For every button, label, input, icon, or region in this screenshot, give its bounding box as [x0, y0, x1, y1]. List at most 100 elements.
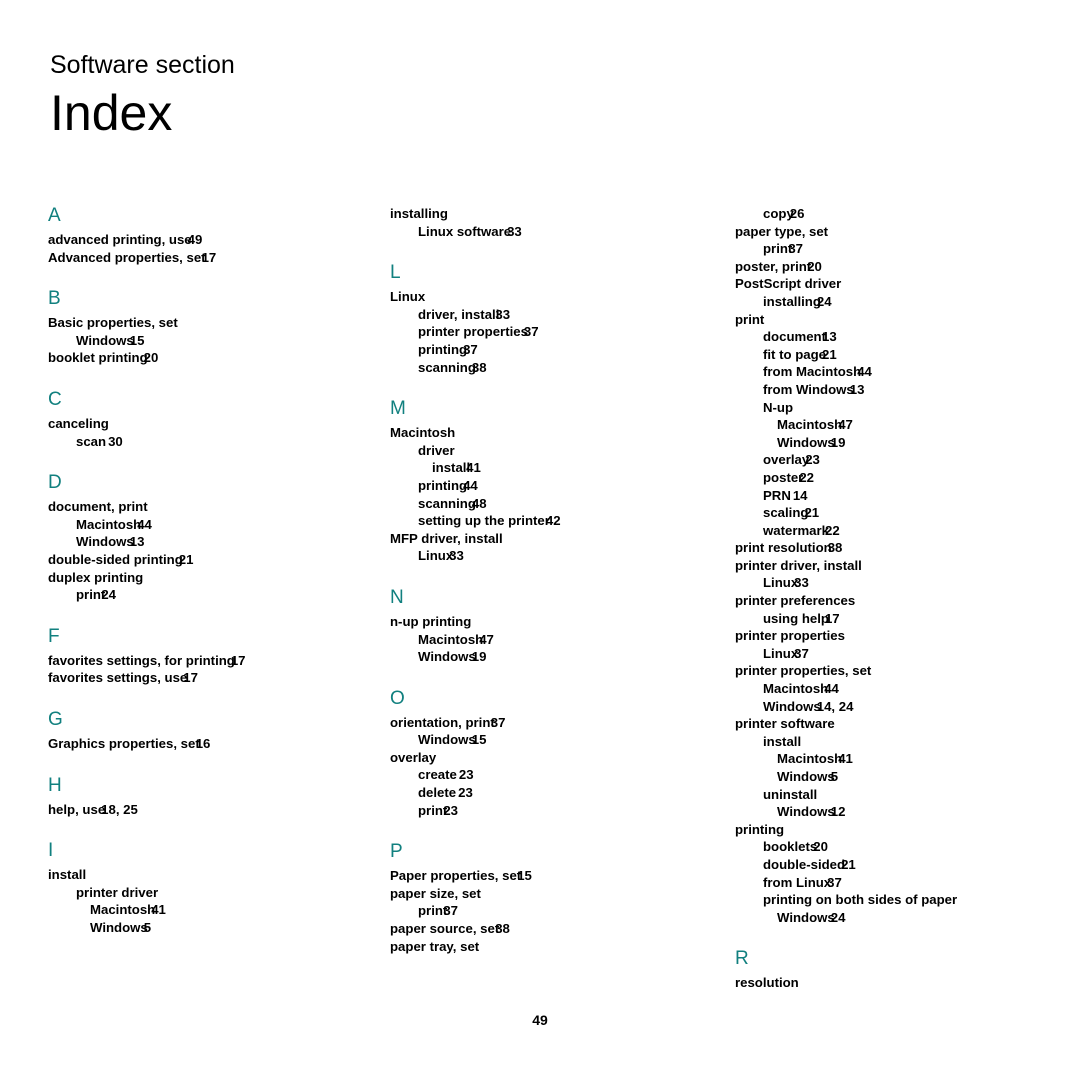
index-entry-text: advanced printing, use	[48, 232, 192, 247]
index-entry: printing44	[390, 477, 680, 495]
index-entry: printer properties	[735, 627, 1025, 645]
index-entry-page: 23	[805, 452, 820, 468]
index-entry: PostScript driver	[735, 275, 1025, 293]
index-entry-page: 15	[517, 868, 532, 884]
column-1: Aadvanced printing, use49 Advanced proper…	[48, 205, 338, 936]
index-entry-text: Macintosh	[418, 631, 484, 647]
index-entry-text: resolution	[735, 975, 799, 991]
page-number: 49	[532, 1012, 548, 1028]
index-entry: paper type, set	[735, 223, 1025, 241]
index-entry: poster22	[735, 469, 1025, 487]
index-entry: help, use18, 25	[48, 801, 338, 819]
index-entry: poster, print20	[735, 258, 1025, 276]
index-entry: Macintosh44	[48, 516, 338, 534]
index-letter-heading: P	[390, 841, 403, 863]
index-entry-text: overlay	[390, 749, 437, 765]
index-entry-page: 47	[479, 631, 494, 647]
index-entry: copy26	[735, 205, 1025, 223]
index-entry-text: install	[432, 460, 471, 476]
index-entry: watermark22	[735, 522, 1025, 540]
index-entry: print	[735, 311, 1025, 329]
index-letter-heading: M	[390, 398, 406, 420]
index-letter-heading: N	[390, 586, 404, 608]
index-entry-text: using help	[763, 610, 829, 626]
index-entry: Basic properties, set	[48, 314, 338, 332]
index-entry-page: 13	[849, 381, 865, 397]
index-entry: Linux37	[735, 645, 1025, 663]
index-entry-text: overlay	[763, 452, 810, 468]
index-entry: Windows14, 24	[735, 698, 1025, 716]
index-entry: document13	[735, 328, 1025, 346]
index-entry-page: 44	[137, 516, 152, 532]
index-entry-text: scanning	[418, 495, 476, 511]
index-entry-text: Macintosh	[90, 902, 156, 918]
index-entry: Paper properties, set15	[390, 867, 680, 885]
index-entry-text: double-sided	[763, 856, 846, 872]
index-entry-page: 17	[824, 610, 840, 626]
index-entry: delete 23	[390, 784, 680, 802]
index-entry-page: 18, 25	[101, 801, 138, 817]
index-entry-text: poster, print	[735, 258, 812, 274]
index-entry-page: 30	[108, 433, 123, 449]
index-entry: Graphics properties, set16	[48, 735, 338, 753]
index-entry-page: 41	[838, 751, 853, 767]
index-entry: printer driver	[48, 884, 338, 902]
index-entry: overlay23	[735, 451, 1025, 469]
index-entry: orientation, print37	[390, 714, 680, 732]
index-entry-text: Windows	[777, 804, 835, 820]
index-entry: Windows24	[735, 909, 1025, 927]
index-letter-heading: C	[48, 388, 62, 410]
index-entry: double-sided printing21	[48, 551, 338, 569]
index-entry-text: printing on both sides of paper	[763, 892, 958, 908]
index-entry-page: 13	[129, 534, 145, 550]
index-entry-text: booklet printing	[48, 350, 148, 366]
index-entry: uninstall	[735, 786, 1025, 804]
index-entry: driver, install33	[390, 306, 680, 324]
index-entry-text: PostScript driver	[735, 276, 842, 292]
index-entry-page: 12	[830, 804, 846, 820]
index-entry-text: install	[48, 867, 87, 883]
index-entry: install41	[390, 459, 680, 477]
index-entry-page: 14	[792, 487, 808, 503]
index-entry-page: 14, 24	[816, 698, 854, 714]
index-entry-page: 24	[101, 587, 116, 603]
index-entry: Windows15	[48, 332, 338, 350]
index-entry: print resolution38	[735, 539, 1025, 557]
index-entry-text: document	[763, 329, 827, 345]
index-entry-page: 48	[471, 495, 487, 511]
index-entry-page: 19	[830, 434, 846, 450]
index-entry-page: 21	[841, 856, 856, 872]
index-entry-page: 44	[824, 681, 839, 697]
index-entry-text: uninstall	[763, 786, 818, 802]
index-entry: driver	[390, 442, 680, 460]
index-entry: from Linux37	[735, 874, 1025, 892]
index-entry: PRN 14	[735, 487, 1025, 505]
index-entry-text: scan	[76, 433, 107, 449]
index-entry-text: paper type, set	[735, 223, 829, 239]
index-entry-page: 41	[151, 902, 166, 918]
index-entry-page: 24	[816, 293, 832, 309]
index-entry-text: Windows	[76, 534, 134, 550]
index-entry-page: 13	[822, 329, 837, 345]
index-entry-text: Windows	[763, 698, 821, 714]
index-entry-page: 19	[471, 649, 487, 665]
index-entry-text: setting up the printer	[418, 513, 550, 529]
index-entry-text: Macintosh	[763, 681, 829, 697]
index-entry-text: Windows	[90, 919, 148, 935]
index-letter-heading: R	[735, 948, 749, 970]
index-entry: Windows19	[390, 648, 680, 666]
index-entry-text: paper size, set	[390, 885, 481, 901]
index-entry: Windows19	[735, 434, 1025, 452]
index-entry-text: double-sided printing	[48, 551, 183, 567]
index-entry-text: help, use	[48, 801, 106, 817]
index-entry: scaling21	[735, 504, 1025, 522]
index-entry-page: 42	[545, 513, 561, 529]
index-entry-page: 37	[794, 645, 809, 661]
index-letter-heading: D	[48, 472, 62, 494]
index-entry-text: from Windows	[763, 381, 854, 397]
index-entry: from Macintosh44	[735, 363, 1025, 381]
index-entry-text: orientation, print	[390, 714, 495, 730]
index-entry-page: 37	[463, 341, 478, 357]
index-entry: installing	[390, 205, 680, 223]
index-entry: Windows12	[735, 803, 1025, 821]
